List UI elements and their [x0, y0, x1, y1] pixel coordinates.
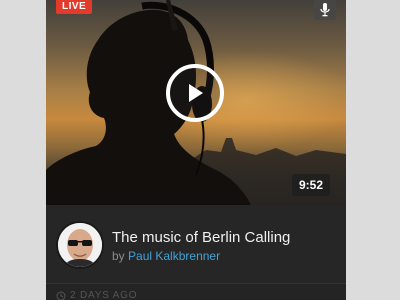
- artist-photo: [58, 223, 102, 267]
- clock-icon: [56, 291, 66, 300]
- play-icon: [189, 84, 203, 102]
- posted-time: 2 DAYS AGO: [70, 290, 138, 300]
- track-info: The music of Berlin Calling by Paul Kalk…: [46, 205, 346, 283]
- video-duration: 9:52: [292, 174, 331, 196]
- video-card: LIVE 9:52 The music of Berlin Calling by…: [46, 0, 346, 300]
- byline: by Paul Kalkbrenner: [112, 249, 220, 263]
- artist-avatar[interactable]: [58, 223, 102, 267]
- video-player[interactable]: LIVE 9:52: [46, 0, 346, 205]
- microphone-button[interactable]: [314, 0, 336, 20]
- artist-link[interactable]: Paul Kalkbrenner: [128, 249, 220, 263]
- track-title: The music of Berlin Calling: [112, 229, 291, 246]
- play-button[interactable]: [166, 64, 224, 122]
- byline-prefix: by: [112, 249, 125, 263]
- microphone-icon: [320, 3, 330, 17]
- live-badge: LIVE: [56, 0, 93, 14]
- post-timestamp: 2 DAYS AGO: [56, 290, 137, 300]
- card-footer: 2 DAYS AGO: [46, 283, 346, 300]
